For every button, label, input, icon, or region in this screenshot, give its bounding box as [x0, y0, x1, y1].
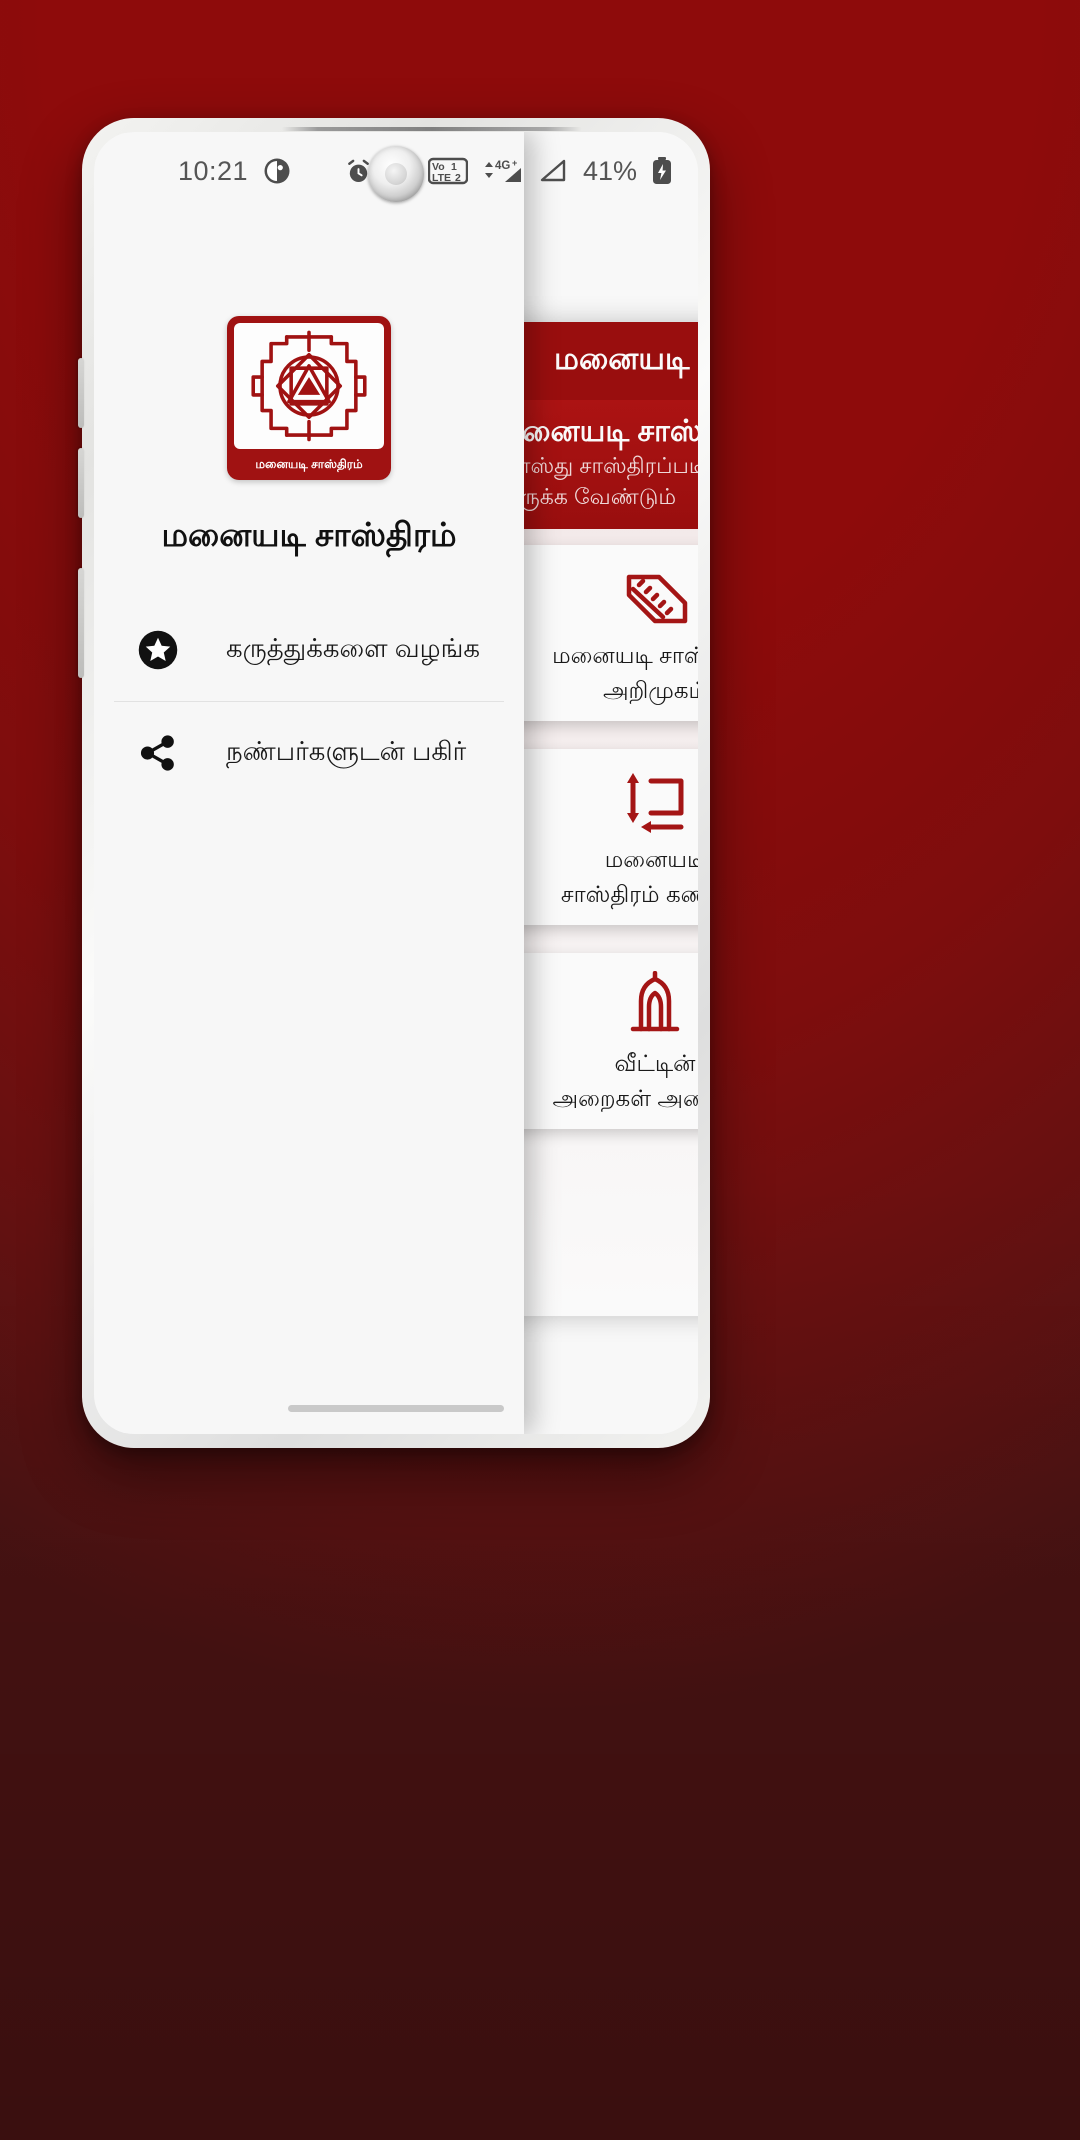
- svg-text:+: +: [512, 158, 517, 168]
- volume-down-button[interactable]: [78, 448, 84, 518]
- app-logo-caption: மனையடி சாஸ்திரம்: [255, 457, 363, 471]
- svg-text:LTE: LTE: [432, 172, 451, 184]
- status-bar-left: 10:21: [178, 156, 292, 187]
- front-camera-punch-hole: [368, 146, 424, 202]
- volte-dual-sim-icon: Vo 1 LTE 2: [427, 156, 468, 186]
- svg-text:4G: 4G: [495, 160, 510, 172]
- share-icon: [136, 731, 180, 775]
- app-logo: மனையடி சாஸ்திரம்: [227, 316, 391, 480]
- status-bar-clock: 10:21: [178, 155, 249, 186]
- drawer-item-share[interactable]: நண்பர்களுடன் பகிர்: [94, 702, 524, 804]
- star-rate-icon: [136, 628, 180, 672]
- svg-text:2: 2: [455, 172, 461, 184]
- drawer-menu-list: கருத்துக்களை வழங்க நண்பர்களுடன் பகிர்: [94, 599, 524, 804]
- volume-up-button[interactable]: [78, 358, 84, 428]
- phone-device-frame: மனையடி சாஸ்திரம் மனையடி சாஸ்திரம் வாஸ்து…: [78, 118, 710, 1448]
- battery-charging-icon: [650, 156, 674, 186]
- drawer-item-rate[interactable]: கருத்துக்களை வழங்க: [94, 599, 524, 701]
- power-button[interactable]: [78, 568, 84, 678]
- phone-screen: மனையடி சாஸ்திரம் மனையடி சாஸ்திரம் வாஸ்து…: [94, 132, 698, 1434]
- signal-bars-icon: [538, 156, 568, 186]
- do-not-disturb-icon: [262, 156, 292, 186]
- drawer-title: மனையடி சாஸ்திரம்: [161, 516, 457, 553]
- battery-percent-label: 41%: [582, 155, 637, 186]
- sri-yantra-icon: [234, 323, 384, 449]
- gesture-navigation-bar[interactable]: [288, 1405, 504, 1412]
- drawer-item-label: நண்பர்களுடன் பகிர்: [226, 736, 467, 766]
- drawer-item-label: கருத்துக்களை வழங்க: [226, 633, 480, 663]
- mobile-data-4g-plus-icon: 4G +: [481, 156, 525, 186]
- navigation-drawer: மனையடி சாஸ்திரம் மனையடி சாஸ்திரம் கருத்த…: [94, 132, 524, 1434]
